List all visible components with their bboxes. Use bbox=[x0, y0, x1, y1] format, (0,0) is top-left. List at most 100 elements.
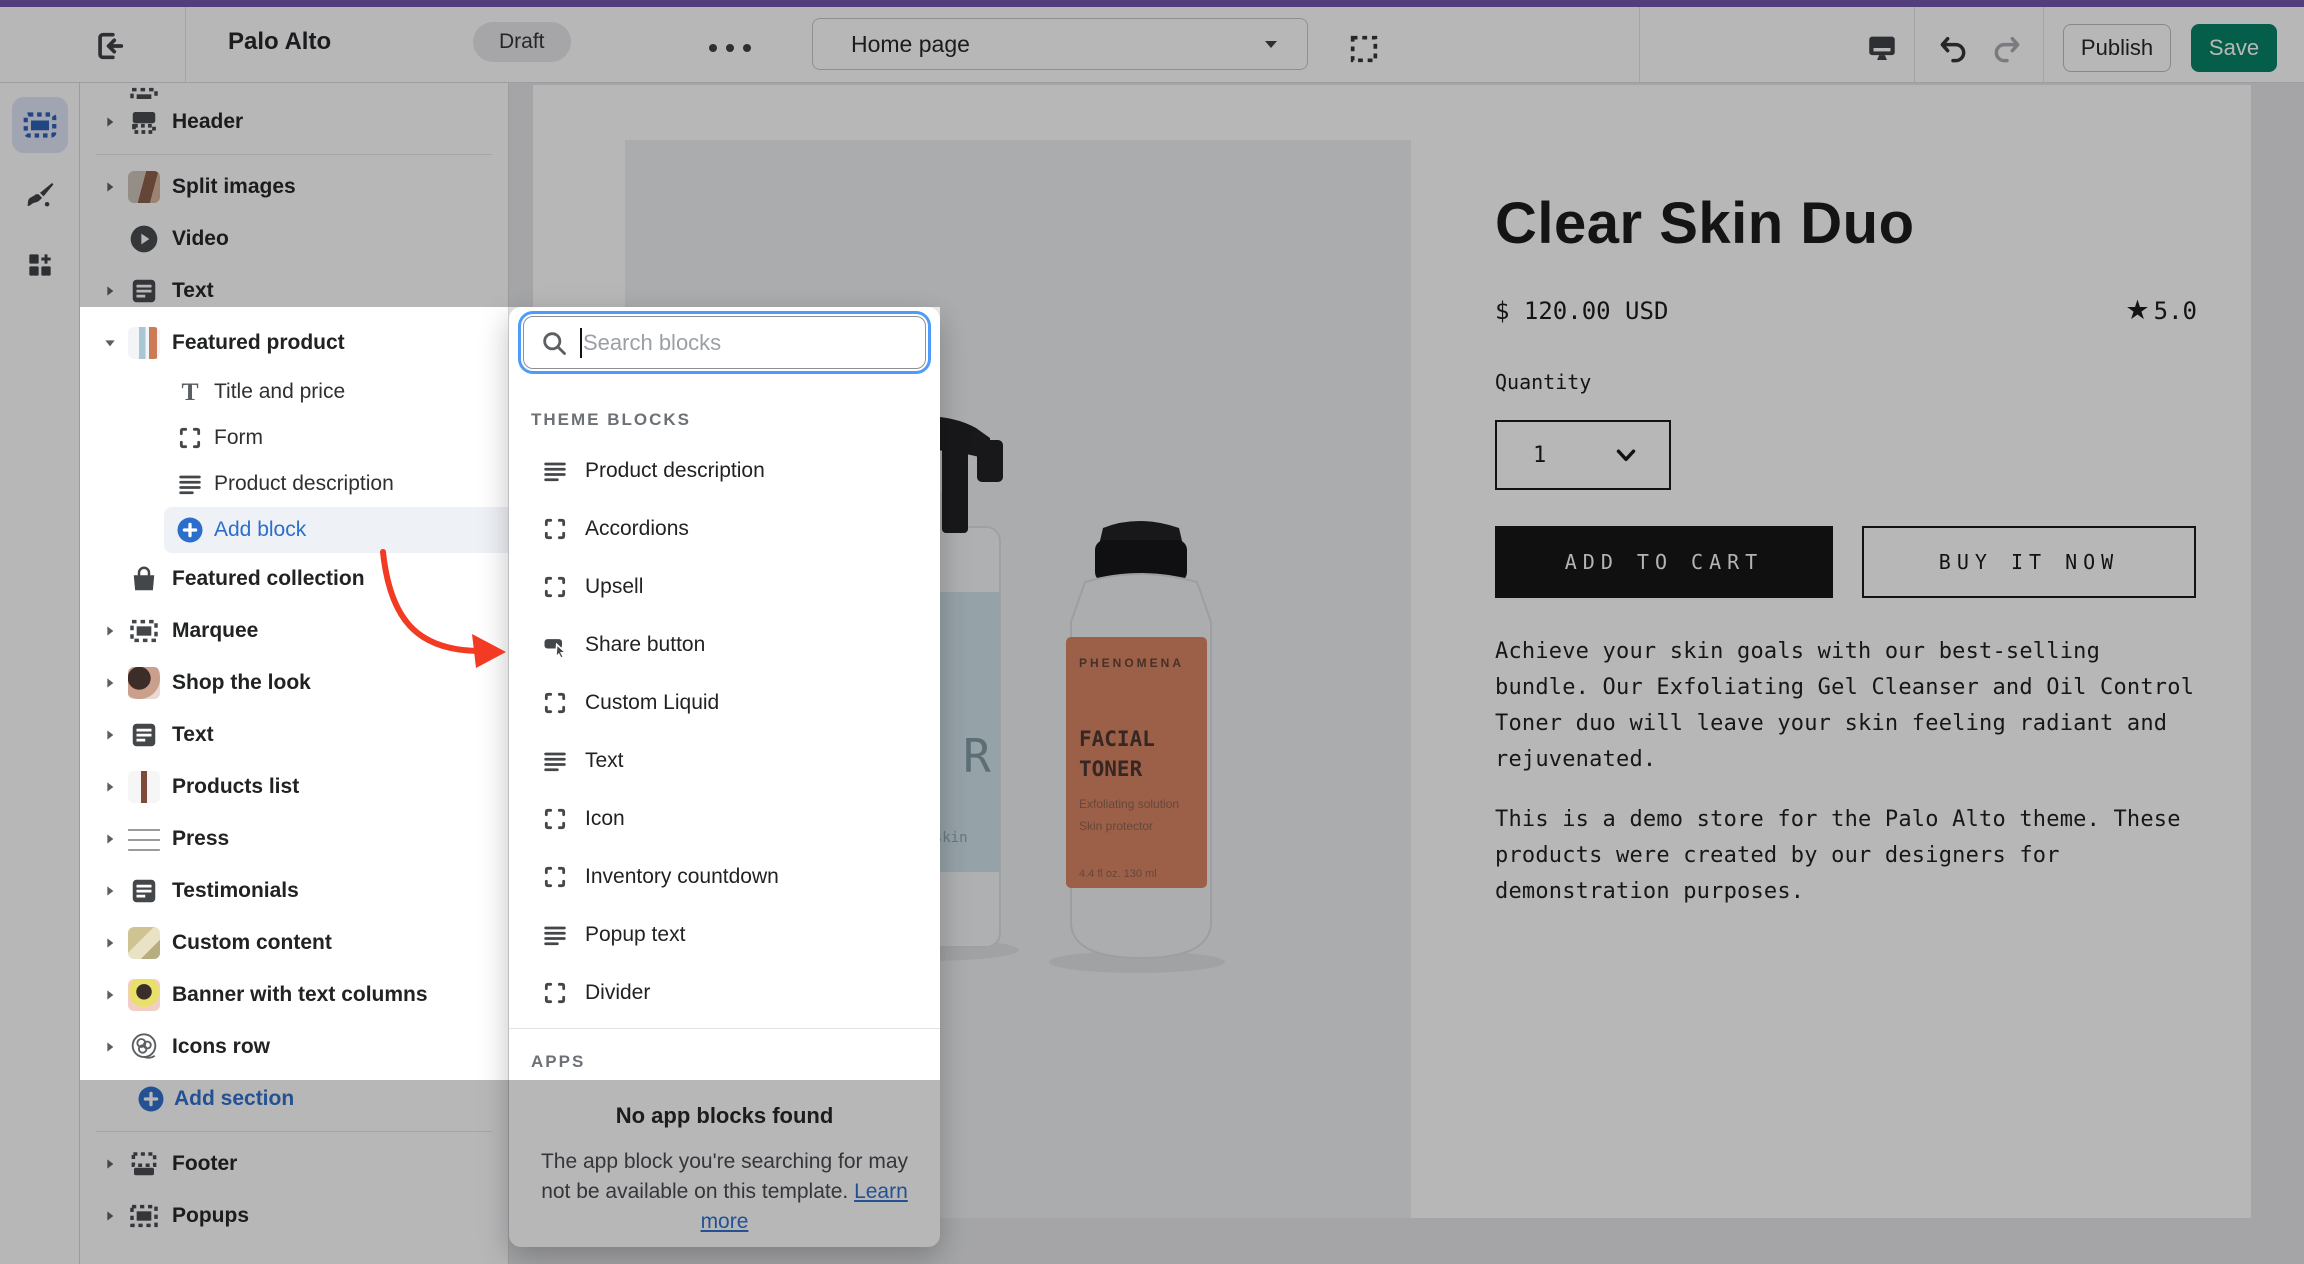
sidebar-section-testimonials[interactable]: Testimonials bbox=[80, 865, 508, 917]
chevron-right-icon[interactable] bbox=[100, 935, 120, 951]
popup-block-divider[interactable]: Divider bbox=[509, 964, 940, 1022]
chevron-right-icon[interactable] bbox=[100, 1039, 120, 1055]
chevron-right-icon[interactable] bbox=[100, 831, 120, 847]
redo-button[interactable] bbox=[1984, 27, 2030, 69]
section-label: Featured collection bbox=[172, 567, 365, 591]
buy-it-now-button[interactable]: BUY IT NOW bbox=[1862, 526, 2196, 598]
chevron-right-icon[interactable] bbox=[100, 779, 120, 795]
sections-list: HeaderSplit imagesVideoTextFeatured prod… bbox=[80, 96, 508, 1242]
section-icon bbox=[128, 106, 160, 138]
rail-apps-tab[interactable] bbox=[12, 237, 68, 293]
sidebar-section-featured-product[interactable]: Featured product bbox=[80, 317, 508, 369]
tletter-icon: T bbox=[176, 378, 204, 406]
page-selector-dropdown[interactable]: Home page bbox=[812, 18, 1308, 70]
section-picker-tool-button[interactable] bbox=[1340, 29, 1388, 69]
doc-icon bbox=[129, 876, 159, 906]
block-item-product-description[interactable]: Product description bbox=[164, 461, 508, 507]
lines-icon bbox=[541, 747, 569, 775]
sidebar-section-products-list[interactable]: Products list bbox=[80, 761, 508, 813]
block-icon bbox=[174, 422, 206, 454]
undo-button[interactable] bbox=[1930, 27, 1976, 69]
block-icon bbox=[539, 803, 571, 835]
sidebar-section-video[interactable]: Video bbox=[80, 213, 508, 265]
toner-sub-1: Exfoliating solution bbox=[1079, 797, 1179, 811]
thumb-product-icon bbox=[128, 327, 160, 359]
sidebar-section-footer[interactable]: Footer bbox=[80, 1138, 508, 1190]
popup-block-text[interactable]: Text bbox=[509, 732, 940, 790]
exit-editor-button[interactable] bbox=[88, 25, 132, 67]
sidebar-section-press[interactable]: Press bbox=[80, 813, 508, 865]
empty-state-text: The app block you're searching for may n… bbox=[541, 1150, 908, 1203]
block-item-title-and-price[interactable]: T Title and price bbox=[164, 369, 508, 415]
page-selector-value: Home page bbox=[851, 31, 1259, 58]
popup-block-custom-liquid[interactable]: Custom Liquid bbox=[509, 674, 940, 732]
chevron-right-icon[interactable] bbox=[100, 883, 120, 899]
popup-block-inventory-countdown[interactable]: Inventory countdown bbox=[509, 848, 940, 906]
sidebar-section-split-images[interactable]: Split images bbox=[80, 161, 508, 213]
sidebar-section-marquee[interactable]: Marquee bbox=[80, 605, 508, 657]
doc-icon bbox=[129, 276, 159, 306]
chevron-right-icon[interactable] bbox=[100, 675, 120, 691]
section-label: Header bbox=[172, 110, 243, 134]
chevron-down-icon[interactable] bbox=[100, 335, 120, 351]
sidebar-section-shop-the-look[interactable]: Shop the look bbox=[80, 657, 508, 709]
block-label: Custom Liquid bbox=[585, 691, 719, 715]
rail-theme-settings-tab[interactable] bbox=[12, 167, 68, 223]
text-cursor bbox=[580, 328, 582, 358]
thumb-look-icon bbox=[128, 667, 160, 699]
toolbar-divider bbox=[1639, 7, 1640, 82]
block-label: Share button bbox=[585, 633, 705, 657]
popup-block-upsell[interactable]: Upsell bbox=[509, 558, 940, 616]
search-field[interactable] bbox=[523, 316, 926, 369]
chevron-right-icon[interactable] bbox=[100, 283, 120, 299]
section-icon bbox=[128, 771, 160, 803]
toolbar-divider bbox=[2043, 7, 2044, 82]
section-icon bbox=[128, 275, 160, 307]
chevron-right-icon[interactable] bbox=[100, 727, 120, 743]
price-row: $ 120.00 USD ★ 5.0 bbox=[1495, 295, 2197, 326]
sidebar-section-popups[interactable]: Popups bbox=[80, 1190, 508, 1242]
rating-value: 5.0 bbox=[2154, 297, 2197, 325]
sidebar-section-banner-with-text-columns[interactable]: Banner with text columns bbox=[80, 969, 508, 1021]
sidebar-section-header[interactable]: Header bbox=[80, 96, 508, 148]
thumb-products-icon bbox=[128, 771, 160, 803]
sidebar-section-custom-content[interactable]: Custom content bbox=[80, 917, 508, 969]
device-preview-button[interactable] bbox=[1858, 27, 1906, 69]
header-icon bbox=[129, 107, 159, 137]
search-blocks-input[interactable] bbox=[583, 330, 909, 356]
block-icon bbox=[539, 745, 571, 777]
brackets-icon bbox=[177, 425, 203, 451]
sidebar-section-featured-collection[interactable]: Featured collection bbox=[80, 553, 508, 605]
popup-block-popup-text[interactable]: Popup text bbox=[509, 906, 940, 964]
save-button[interactable]: Save bbox=[2191, 24, 2277, 72]
sidebar-section-text[interactable]: Text bbox=[80, 265, 508, 317]
popup-block-share-button[interactable]: Share button bbox=[509, 616, 940, 674]
popup-block-product-description[interactable]: Product description bbox=[509, 442, 940, 500]
sidebar-section-icons-row[interactable]: Icons row bbox=[80, 1021, 508, 1073]
add-to-cart-button[interactable]: ADD TO CART bbox=[1495, 526, 1833, 598]
chevron-right-icon[interactable] bbox=[100, 1208, 120, 1224]
thumb-press-icon bbox=[128, 823, 160, 855]
chevron-right-icon[interactable] bbox=[100, 987, 120, 1003]
popup-block-accordions[interactable]: Accordions bbox=[509, 500, 940, 558]
section-label: Banner with text columns bbox=[172, 983, 428, 1007]
chevron-right-icon[interactable] bbox=[100, 179, 120, 195]
rail-sections-tab[interactable] bbox=[12, 97, 68, 153]
popup-block-icon[interactable]: Icon bbox=[509, 790, 940, 848]
more-actions-button[interactable] bbox=[690, 33, 770, 63]
chevron-right-icon[interactable] bbox=[100, 1156, 120, 1172]
chevron-right-icon[interactable] bbox=[100, 623, 120, 639]
add-section-button[interactable]: Add section bbox=[80, 1073, 508, 1125]
section-label: Press bbox=[172, 827, 229, 851]
block-item-form[interactable]: Form bbox=[164, 415, 508, 461]
block-item-add-block[interactable]: Add block bbox=[164, 507, 508, 553]
section-label: Footer bbox=[172, 1152, 237, 1176]
section-icon bbox=[128, 615, 160, 647]
sidebar-section-text[interactable]: Text bbox=[80, 709, 508, 761]
lines-icon bbox=[176, 470, 204, 498]
quantity-select[interactable]: 1 bbox=[1495, 420, 1671, 490]
chevron-right-icon[interactable] bbox=[100, 114, 120, 130]
popups-icon bbox=[128, 1200, 160, 1232]
publish-button[interactable]: Publish bbox=[2063, 24, 2171, 72]
block-label: Title and price bbox=[214, 380, 345, 404]
